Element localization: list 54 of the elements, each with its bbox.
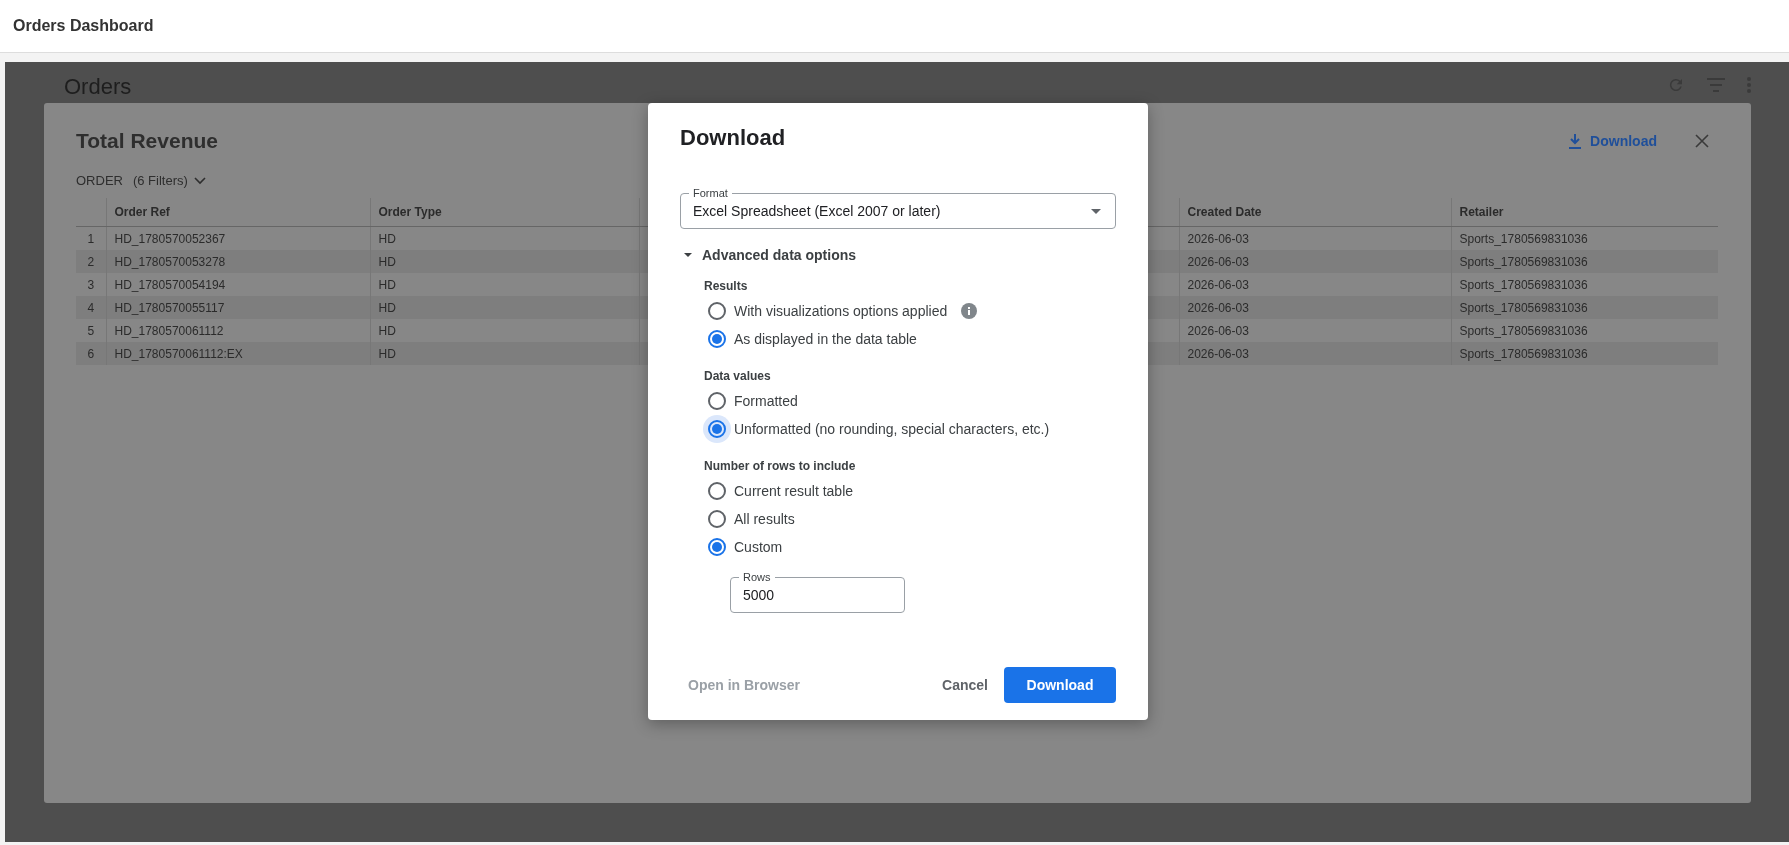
- table-cell: Sports_1780569831036: [1451, 296, 1718, 319]
- table-cell: 2026-06-03: [1179, 296, 1451, 319]
- radio-button[interactable]: [708, 420, 726, 438]
- dialog-button[interactable]: Cancel: [926, 667, 1004, 703]
- table-cell: HD: [370, 342, 639, 365]
- info-icon[interactable]: [961, 303, 978, 319]
- row-number: 1: [76, 226, 106, 250]
- option-label: Unformatted (no rounding, special characters, etc.): [734, 421, 1050, 437]
- table-cell: HD_1780570055117: [106, 296, 370, 319]
- radio-button[interactable]: [708, 482, 726, 500]
- filter-count: (6 Filters): [132, 173, 188, 188]
- row-number: 2: [76, 250, 106, 273]
- radio-button[interactable]: [708, 330, 726, 348]
- dropdown-arrow-icon: [1091, 208, 1101, 214]
- column-header[interactable]: Order Ref: [106, 198, 370, 227]
- row-number: 5: [76, 319, 106, 342]
- panel-title: Total Revenue: [76, 129, 218, 153]
- table-cell: HD: [370, 296, 639, 319]
- radio-button[interactable]: [708, 510, 726, 528]
- advanced-options-toggle[interactable]: Advanced data options: [680, 247, 1116, 263]
- option-label: Current result table: [734, 483, 854, 499]
- row-number: 4: [76, 296, 106, 319]
- table-cell: Sports_1780569831036: [1451, 250, 1718, 273]
- table-cell: Sports_1780569831036: [1451, 342, 1718, 365]
- table-cell: HD_1780570053278: [106, 250, 370, 273]
- close-icon[interactable]: [1695, 134, 1709, 148]
- option-label: As displayed in the data table: [734, 331, 917, 347]
- chevron-down-icon[interactable]: [193, 176, 206, 185]
- option-label: All results: [734, 511, 795, 527]
- download-link[interactable]: Download: [1568, 133, 1657, 149]
- download-icon: [1568, 133, 1583, 149]
- row-number: 3: [76, 273, 106, 296]
- radio-button[interactable]: [708, 538, 726, 556]
- option-label: Formatted: [734, 393, 798, 409]
- filter-label: ORDER: [76, 173, 123, 188]
- caret-icon: [684, 253, 692, 257]
- column-header[interactable]: Created Date: [1179, 198, 1451, 227]
- dialog-title: Download: [680, 125, 787, 151]
- table-cell: 2026-06-03: [1179, 342, 1451, 365]
- table-cell: HD_1780570061112:EX: [106, 342, 370, 365]
- dialog-button[interactable]: Download: [1004, 667, 1116, 703]
- option-label: With visualizations options applied: [734, 303, 948, 319]
- radio-button[interactable]: [708, 392, 726, 410]
- group-label: Number of rows to include: [704, 459, 857, 473]
- table-cell: 2026-06-03: [1179, 250, 1451, 273]
- column-header[interactable]: Order Type: [370, 198, 639, 227]
- option-label: Custom: [734, 539, 783, 555]
- group-label: Data values: [704, 369, 772, 383]
- column-header[interactable]: Retailer: [1451, 198, 1718, 227]
- radio-button[interactable]: [708, 302, 726, 320]
- row-number: 6: [76, 342, 106, 365]
- table-cell: HD: [370, 250, 639, 273]
- group-label: Results: [704, 279, 749, 293]
- app-title: Orders Dashboard: [13, 17, 154, 35]
